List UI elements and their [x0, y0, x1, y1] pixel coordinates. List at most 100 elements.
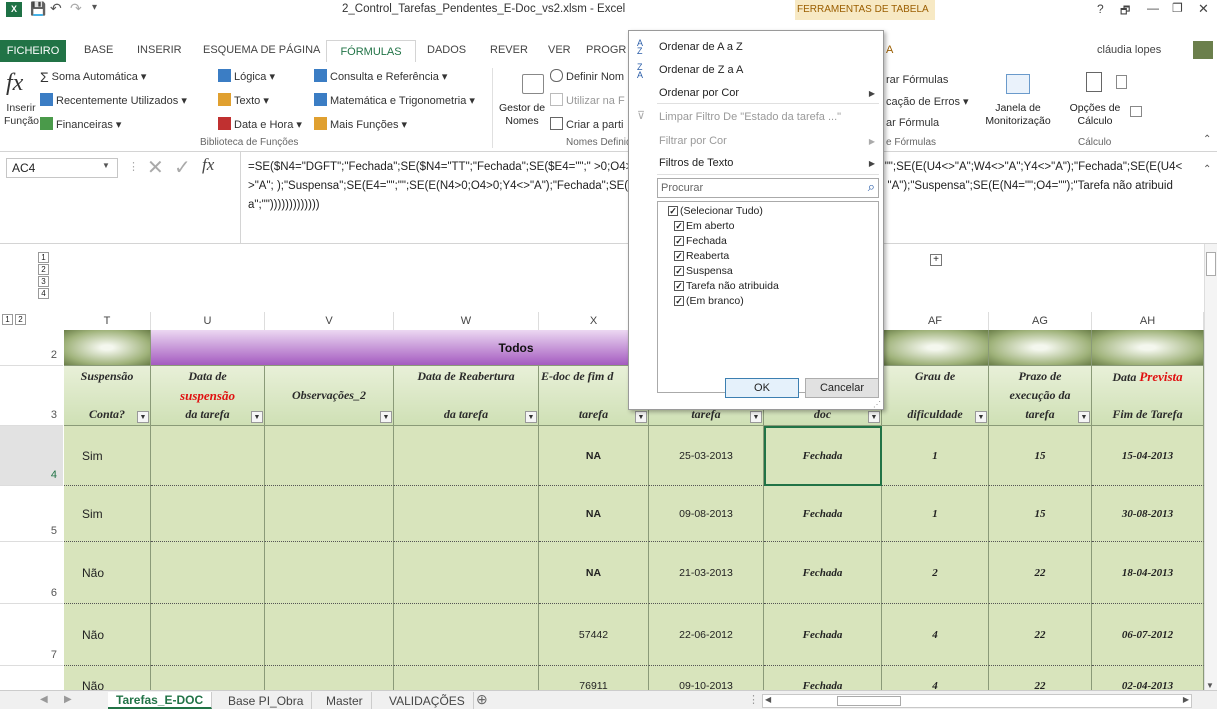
name-box-dropdown-icon[interactable]: ▼ — [102, 161, 110, 170]
table-cell[interactable] — [265, 542, 394, 604]
fx-icon[interactable]: fx — [202, 155, 214, 175]
filter-item-em-branco[interactable]: ✓ (Em branco) — [674, 295, 744, 307]
table-cell[interactable]: NA — [539, 486, 649, 542]
filter-item-reaberta[interactable]: ✓ Reaberta — [674, 250, 729, 262]
filter-dropdown-icon[interactable]: ▼ — [137, 411, 149, 423]
checkbox-checked-icon[interactable]: ✓ — [668, 206, 678, 216]
filter-by-color-item[interactable]: Filtrar por Cor — [659, 135, 727, 147]
filter-active-dropdown-icon[interactable]: ▼ — [868, 411, 880, 423]
next-sheet-icon[interactable]: ▶ — [64, 694, 72, 705]
filter-item-fechada[interactable]: ✓ Fechada — [674, 235, 727, 247]
redo-icon[interactable]: ↷ — [70, 0, 82, 17]
table-cell[interactable]: 22 — [989, 604, 1092, 666]
text-filters-item[interactable]: Filtros de Texto — [659, 157, 733, 169]
datetime-button[interactable]: Data e Hora ▾ — [218, 117, 302, 131]
filter-values-list[interactable]: ✓ (Selecionar Tudo) ✓ Em aberto ✓ Fechada ✓… — [657, 201, 879, 393]
col-header-u[interactable]: U — [151, 312, 265, 330]
vertical-scroll-thumb[interactable] — [1206, 252, 1216, 276]
scroll-left-icon[interactable]: ◀ — [765, 695, 771, 704]
table-cell[interactable]: NA — [539, 542, 649, 604]
name-manager-button[interactable]: Gestor de Nomes — [498, 102, 546, 128]
tab-base[interactable]: BASE — [84, 44, 113, 56]
outline-col-expand-icon[interactable]: + — [930, 254, 942, 266]
calc-options-icon[interactable] — [1086, 72, 1102, 92]
sheet-tab-base-pi-obra[interactable]: Base PI_Obra — [220, 692, 313, 709]
table-cell[interactable]: 4 — [882, 604, 989, 666]
tab-formulas[interactable]: FÓRMULAS — [326, 40, 416, 63]
header-suspensao[interactable]: Suspensão Conta? ▼ — [64, 366, 151, 426]
create-from-selection-button[interactable]: Criar a parti — [550, 117, 623, 131]
table-cell[interactable]: 06-07-2012 — [1092, 604, 1204, 666]
table-cell[interactable]: Sim — [64, 426, 151, 486]
col-header-ag[interactable]: AG — [989, 312, 1092, 330]
header-data-reabertura[interactable]: Data de Reabertura da tarefa ▼ — [394, 366, 539, 426]
filter-dropdown-icon[interactable]: ▼ — [380, 411, 392, 423]
ribbon-display-icon[interactable]: 🗗 — [1120, 2, 1130, 21]
row-header-5[interactable]: 5 — [0, 486, 63, 542]
tab-splitter-icon[interactable]: ⋮ — [748, 693, 759, 706]
tab-ver[interactable]: VER — [548, 44, 571, 56]
filter-dropdown-icon[interactable]: ▼ — [975, 411, 987, 423]
tab-inserir[interactable]: INSERIR — [137, 44, 182, 56]
sort-by-color-item[interactable]: Ordenar por Cor — [659, 87, 739, 99]
vertical-scrollbar[interactable]: ▼ — [1204, 244, 1217, 690]
horizontal-scroll-thumb[interactable] — [837, 696, 901, 706]
watch-window-icon[interactable] — [1006, 74, 1030, 94]
col-header-v[interactable]: V — [265, 312, 394, 330]
table-cell[interactable]: 30-08-2013 — [1092, 486, 1204, 542]
table-cell[interactable] — [151, 426, 265, 486]
filter-dropdown-icon[interactable]: ▼ — [1078, 411, 1090, 423]
col-header-w[interactable]: W — [394, 312, 539, 330]
tab-design[interactable]: A — [886, 44, 893, 56]
table-cell[interactable] — [394, 486, 539, 542]
row-header-2[interactable]: 2 — [0, 330, 63, 366]
cancel-button[interactable]: Cancelar — [805, 378, 879, 398]
table-cell[interactable]: 2 — [882, 542, 989, 604]
clear-filter-item[interactable]: Limpar Filtro De "Estado da tarefa ..." — [659, 111, 841, 123]
table-cell[interactable]: 15 — [989, 486, 1092, 542]
table-cell[interactable]: 22 — [989, 542, 1092, 604]
table-cell[interactable]: 21-03-2013 — [649, 542, 764, 604]
add-sheet-icon[interactable]: ⊕ — [476, 691, 488, 708]
table-cell[interactable]: 15 — [989, 426, 1092, 486]
table-cell[interactable]: 18-04-2013 — [1092, 542, 1204, 604]
filter-search-input[interactable]: Procurar — [661, 182, 703, 194]
insert-function-icon[interactable]: fx — [6, 70, 23, 97]
logical-button[interactable]: Lógica ▾ — [218, 69, 275, 83]
filter-dropdown-icon[interactable]: ▼ — [750, 411, 762, 423]
tab-ficheiro[interactable]: FICHEIRO — [0, 40, 66, 62]
tab-rever[interactable]: REVER — [490, 44, 528, 56]
checkbox-checked-icon[interactable]: ✓ — [674, 296, 684, 306]
table-cell[interactable]: Não — [64, 542, 151, 604]
table-cell[interactable]: Fechada — [764, 542, 882, 604]
cancel-entry-icon[interactable]: ✕ — [147, 155, 164, 180]
sheet-tab-tarefas[interactable]: Tarefas_E-DOC — [108, 692, 213, 709]
evaluate-formula-button[interactable]: ar Fórmula — [886, 117, 939, 129]
confirm-entry-icon[interactable]: ✓ — [174, 155, 191, 180]
row-header-7[interactable]: 7 — [0, 604, 63, 666]
sheet-tab-master[interactable]: Master — [318, 692, 372, 709]
header-prazo-execucao[interactable]: Prazo de execução da tarefa ▼ — [989, 366, 1092, 426]
minimize-icon[interactable]: — — [1147, 1, 1159, 15]
text-button[interactable]: Texto ▾ — [218, 93, 269, 107]
table-cell[interactable]: 09-08-2013 — [649, 486, 764, 542]
row-header-3[interactable]: 3 — [0, 366, 63, 426]
tab-programador[interactable]: PROGR — [586, 44, 626, 56]
table-cell[interactable]: Não — [64, 604, 151, 666]
filter-item-select-all[interactable]: ✓ (Selecionar Tudo) — [668, 205, 763, 217]
filter-search-box[interactable]: Procurar ⌕ — [657, 178, 879, 198]
table-cell[interactable]: Sim — [64, 486, 151, 542]
table-cell[interactable] — [394, 426, 539, 486]
help-icon[interactable]: ? — [1097, 2, 1104, 16]
financial-button[interactable]: Financeiras ▾ — [40, 117, 121, 131]
scroll-right-icon[interactable]: ▶ — [1183, 695, 1189, 704]
checkbox-checked-icon[interactable]: ✓ — [674, 221, 684, 231]
table-cell[interactable]: 25-03-2013 — [649, 426, 764, 486]
watch-window-button[interactable]: Janela de Monitorização — [980, 102, 1056, 128]
ok-button[interactable]: OK — [725, 378, 799, 398]
table-cell[interactable] — [151, 542, 265, 604]
outline-level-4[interactable]: 4 — [38, 288, 49, 299]
table-cell[interactable]: Fechada — [764, 486, 882, 542]
filter-item-nao-atribuida[interactable]: ✓ Tarefa não atribuida — [674, 280, 779, 292]
header-grau-dificuldade[interactable]: Grau de dificuldade ▼ — [882, 366, 989, 426]
